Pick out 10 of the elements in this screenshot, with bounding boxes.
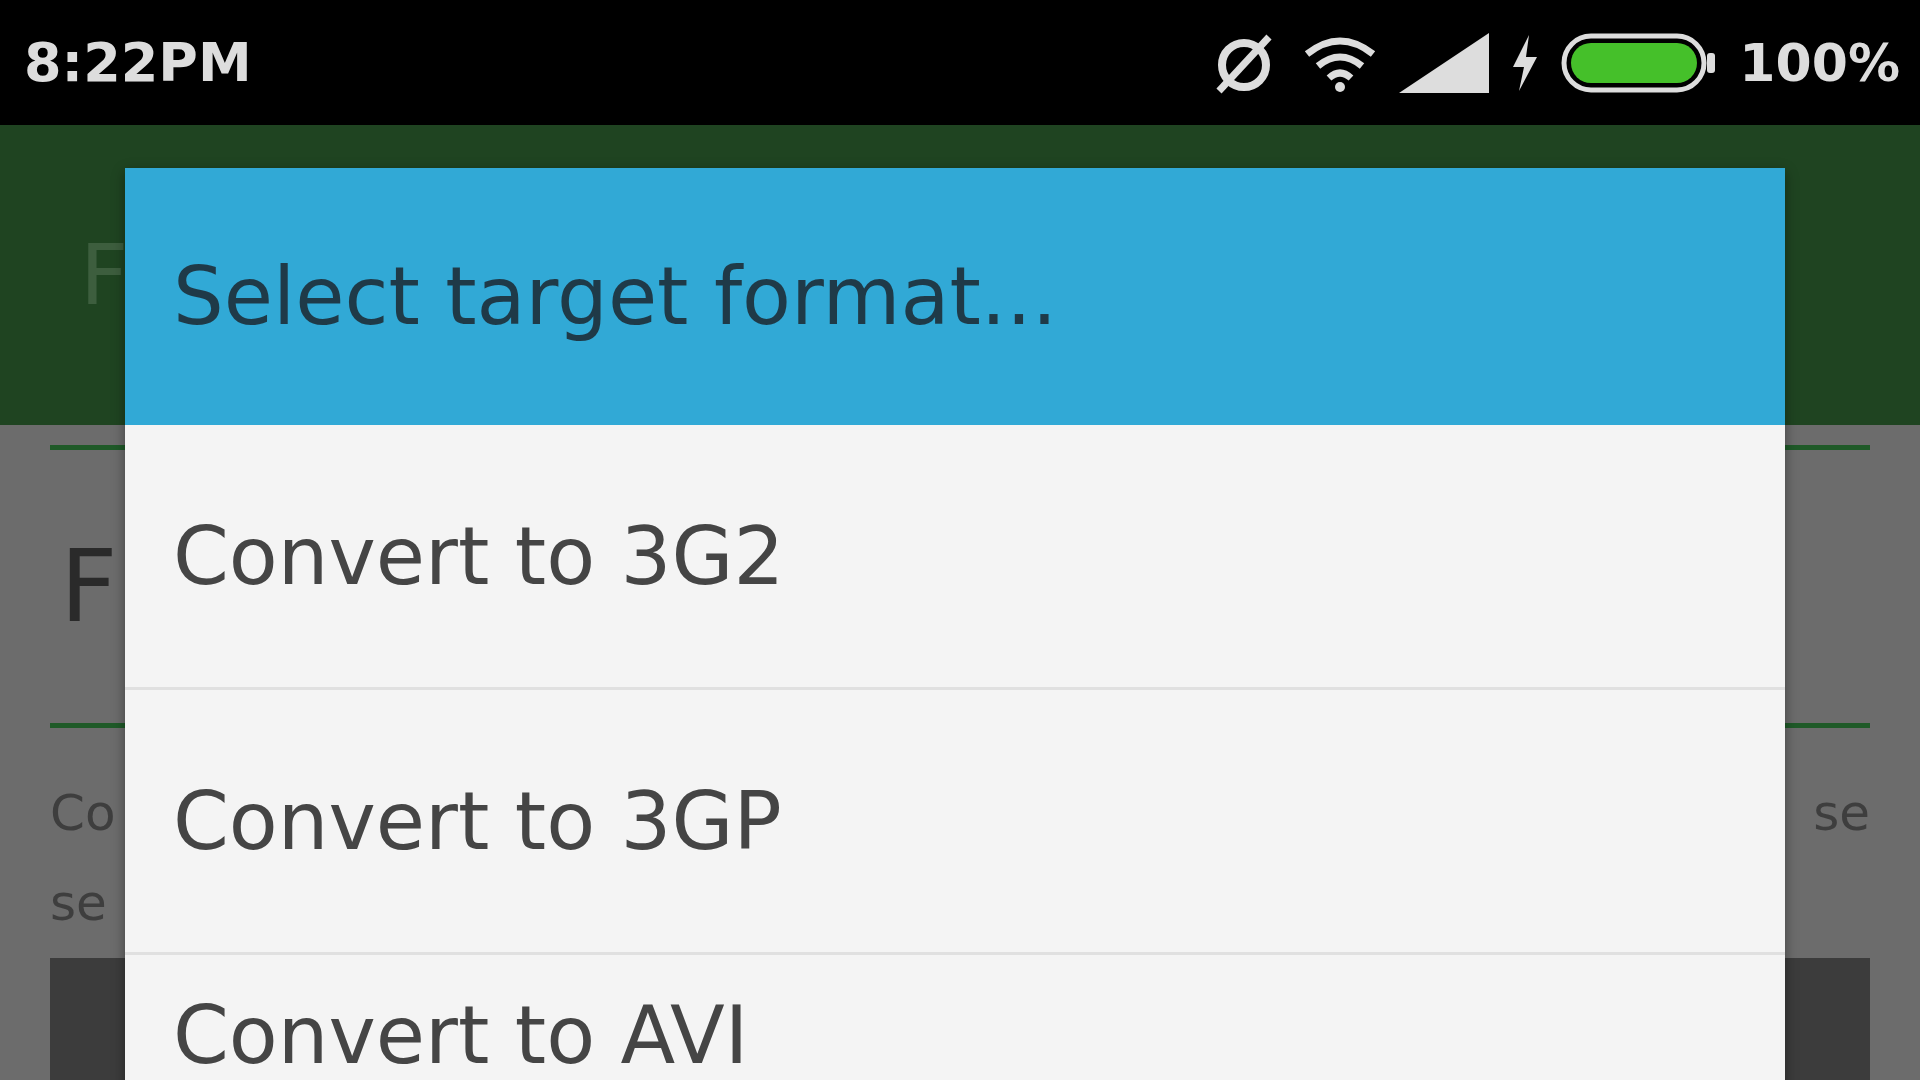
battery-icon bbox=[1561, 32, 1718, 93]
page-heading: F bbox=[60, 528, 118, 645]
charging-bolt-icon bbox=[1511, 34, 1540, 91]
format-option[interactable]: Convert to AVI bbox=[125, 955, 1785, 1080]
format-option[interactable]: Convert to 3G2 bbox=[125, 425, 1785, 690]
signal-icon bbox=[1399, 32, 1490, 93]
battery-percentage: 100% bbox=[1739, 32, 1900, 93]
dialog-title: Select target format... bbox=[125, 168, 1785, 425]
status-time: 8:22PM bbox=[24, 31, 252, 94]
format-option[interactable]: Convert to 3GP bbox=[125, 690, 1785, 955]
